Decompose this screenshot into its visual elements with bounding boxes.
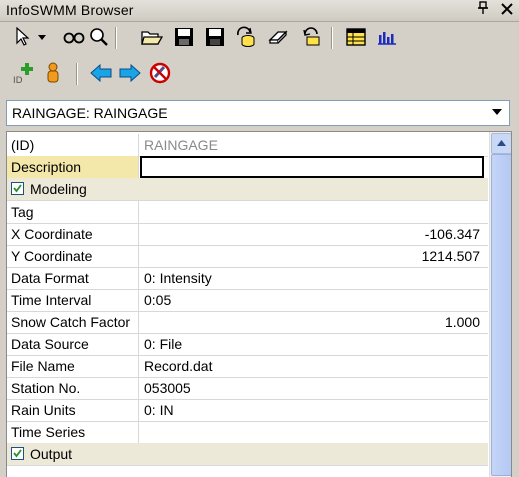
bar-chart-icon[interactable] [374,24,400,50]
object-selector-value: RAINGAGE: RAINGAGE [12,105,168,121]
table-grid-icon[interactable] [343,24,369,50]
property-label: File Name [7,355,139,377]
title-bar: InfoSWMM Browser [0,0,519,22]
section-label: Output [30,446,73,462]
pointer-select-icon[interactable] [10,24,36,50]
save-icon[interactable] [171,24,197,50]
undo-refresh-icon[interactable] [298,24,324,50]
property-label: Description [7,156,139,178]
dropdown-arrow-icon[interactable] [35,24,49,50]
refresh-database-icon[interactable] [233,24,259,50]
vertical-scrollbar[interactable] [489,132,511,477]
property-value[interactable]: 1214.507 [140,245,484,267]
property-label: Snow Catch Factor [7,311,139,333]
section-modeling[interactable]: Modeling [7,178,488,201]
scrollbar-thumb[interactable] [491,154,511,476]
property-label: (ID) [7,134,139,156]
property-row-data-source[interactable]: Data Source 0: File [7,333,488,356]
property-value[interactable]: 0: Intensity [140,267,484,289]
property-row-rain-units[interactable]: Rain Units 0: IN [7,399,488,422]
secondary-toolbar: ID [0,60,519,90]
property-value[interactable] [140,421,484,443]
object-selector-dropdown[interactable]: RAINGAGE: RAINGAGE [6,100,510,126]
magnifier-icon[interactable] [86,24,112,50]
property-label: Data Source [7,333,139,355]
window-title: InfoSWMM Browser [6,2,134,18]
user-person-icon[interactable] [40,60,66,86]
output-checkbox[interactable] [11,447,24,460]
property-value[interactable] [140,201,484,223]
open-folder-icon[interactable] [139,24,165,50]
description-input[interactable] [140,156,484,178]
property-label: Y Coordinate [7,245,139,267]
section-header: Modeling [7,178,307,200]
property-label: Data Format [7,267,139,289]
no-edit-icon[interactable] [147,60,173,86]
property-row-description[interactable]: Description [7,156,488,179]
property-row-id[interactable]: (ID) RAINGAGE [7,134,488,157]
property-value[interactable]: 0:05 [140,289,484,311]
property-label: Time Interval [7,289,139,311]
scroll-up-button[interactable] [491,133,511,154]
property-label: Tag [7,201,139,223]
property-value[interactable]: Record.dat [140,355,484,377]
chevron-down-icon[interactable] [491,105,505,119]
section-label: Modeling [30,181,87,197]
arrow-right-icon[interactable] [117,60,143,86]
property-row-snow-catch-factor[interactable]: Snow Catch Factor 1.000 [7,311,488,334]
property-label: Rain Units [7,399,139,421]
property-grid: (ID) RAINGAGE Description Modeling Tag X… [6,131,512,477]
property-row-time-series[interactable]: Time Series [7,421,488,444]
add-node-icon[interactable]: ID [10,60,36,86]
property-row-time-interval[interactable]: Time Interval 0:05 [7,289,488,312]
modeling-checkbox[interactable] [11,182,24,195]
pin-icon[interactable] [477,1,491,17]
property-row-x-coordinate[interactable]: X Coordinate -106.347 [7,223,488,246]
property-row-tag[interactable]: Tag [7,201,488,224]
property-row-data-format[interactable]: Data Format 0: Intensity [7,267,488,290]
property-value[interactable]: 053005 [140,377,484,399]
property-label: X Coordinate [7,223,139,245]
close-icon[interactable] [499,0,515,18]
property-row-station-no[interactable]: Station No. 053005 [7,377,488,400]
section-header: Output [7,443,307,465]
section-output[interactable]: Output [7,443,488,466]
binoculars-find-icon[interactable] [61,24,87,50]
eraser-icon[interactable] [265,24,291,50]
property-value[interactable]: 0: IN [140,399,484,421]
arrow-left-icon[interactable] [88,60,114,86]
svg-text:ID: ID [13,76,23,85]
property-label: Time Series [7,421,139,443]
main-toolbar [0,24,519,54]
property-row-file-name[interactable]: File Name Record.dat [7,355,488,378]
property-row-y-coordinate[interactable]: Y Coordinate 1214.507 [7,245,488,268]
property-value: RAINGAGE [144,137,218,153]
property-value[interactable]: 1.000 [140,311,484,333]
property-label: Station No. [7,377,139,399]
property-value[interactable]: 0: File [140,333,484,355]
property-value[interactable]: -106.347 [140,223,484,245]
save-all-icon[interactable] [202,24,228,50]
